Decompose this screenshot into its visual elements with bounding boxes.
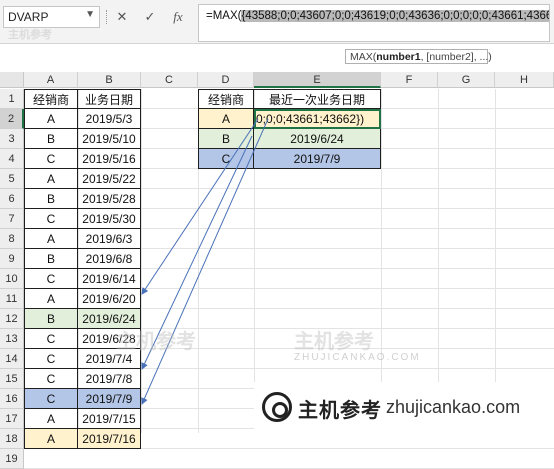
watermark-en: zhujicankao.com [386, 397, 521, 417]
arrow-a-to-row12 [141, 118, 259, 295]
arrow-overlay [141, 118, 269, 405]
faint-watermark-mid-en: ZHUJICANKAO.COM [294, 352, 421, 363]
faint-watermark-mid-2: 主机参考 [294, 331, 374, 353]
faint-watermark-mid: 主机参考 [116, 331, 196, 353]
watermark-logo-icon [262, 392, 292, 422]
arrow-c-to-row18 [141, 118, 269, 405]
watermark-cn: 主机参考 [298, 400, 382, 422]
row-header-19[interactable]: 19 [0, 449, 24, 469]
